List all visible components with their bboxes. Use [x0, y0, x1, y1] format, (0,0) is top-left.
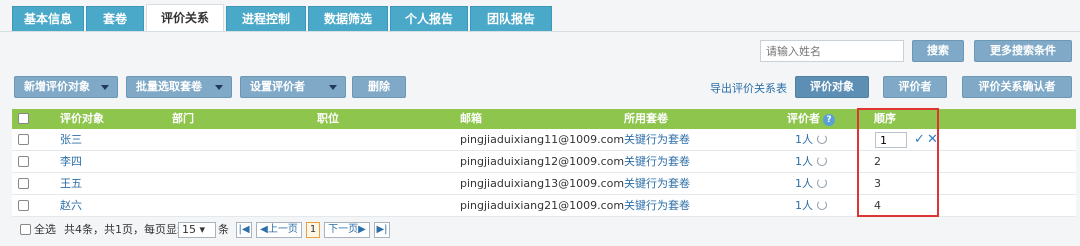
page-size-unit: 条	[218, 223, 229, 236]
header-position: 职位	[317, 112, 339, 125]
last-page-button[interactable]: ▶|	[374, 222, 390, 238]
row-evaluator-label: 1人	[795, 133, 813, 146]
row-email: pingjiaduixiang13@1009.com	[460, 177, 625, 190]
row-evaluator-count[interactable]: 1人	[795, 173, 827, 195]
row-checkbox[interactable]	[18, 156, 29, 167]
more-search-button[interactable]: 更多搜索条件	[974, 40, 1072, 62]
batch-select-label: 批量选取套卷	[136, 80, 202, 93]
tab-basic-info[interactable]: 基本信息	[12, 6, 84, 32]
row-suite-link[interactable]: 关键行为套卷	[624, 129, 690, 151]
view-evaluator-button[interactable]: 评价者	[883, 76, 947, 98]
batch-select-dropdown[interactable]: 批量选取套卷	[126, 76, 232, 98]
page-size-value: 15	[182, 223, 196, 236]
header-suite: 所用套卷	[624, 112, 668, 125]
page-size-select[interactable]: 15 ▾	[178, 222, 216, 238]
tab-data-filter[interactable]: 数据筛选	[308, 6, 388, 32]
row-evaluator-count[interactable]: 1人	[795, 151, 827, 173]
row-email: pingjiaduixiang11@1009.com	[460, 133, 625, 146]
delete-button[interactable]: 删除	[352, 76, 406, 98]
header-evaluator-label: 评价者	[787, 112, 820, 125]
next-page-button[interactable]: 下一页▶	[324, 222, 370, 238]
row-suite-link[interactable]: 关键行为套卷	[624, 151, 690, 173]
row-checkbox[interactable]	[18, 178, 29, 189]
tab-bar: 基本信息 套卷 评价关系 进程控制 数据筛选 个人报告 团队报告	[0, 0, 1080, 32]
set-evaluator-dropdown[interactable]: 设置评价者	[240, 76, 346, 98]
chevron-down-icon	[101, 85, 109, 90]
add-target-dropdown[interactable]: 新增评价对象	[14, 76, 118, 98]
refresh-icon[interactable]	[817, 156, 827, 166]
question-icon[interactable]: ?	[823, 114, 835, 126]
header-dept: 部门	[172, 112, 194, 125]
set-evaluator-label: 设置评价者	[250, 80, 305, 93]
row-suite-link[interactable]: 关键行为套卷	[624, 173, 690, 195]
tab-team-report[interactable]: 团队报告	[470, 6, 552, 32]
search-input[interactable]	[760, 40, 904, 62]
row-email: pingjiaduixiang21@1009.com	[460, 199, 625, 212]
first-page-button[interactable]: |◀	[236, 222, 252, 238]
view-confirm-button[interactable]: 评价关系确认者	[962, 76, 1072, 98]
header-email: 邮箱	[460, 112, 482, 125]
row-target-name[interactable]: 赵六	[60, 195, 82, 217]
view-target-button[interactable]: 评价对象	[795, 76, 869, 98]
row-evaluator-count[interactable]: 1人	[795, 195, 827, 217]
refresh-icon[interactable]	[817, 134, 827, 144]
row-checkbox[interactable]	[18, 134, 29, 145]
chevron-down-icon	[329, 85, 337, 90]
refresh-icon[interactable]	[817, 178, 827, 188]
row-evaluator-count[interactable]: 1人	[795, 129, 827, 151]
export-relation-link[interactable]: 导出评价关系表	[710, 80, 787, 96]
prev-page-button[interactable]: ◀上一页	[256, 222, 302, 238]
chevron-down-icon	[215, 85, 223, 90]
row-email: pingjiaduixiang12@1009.com	[460, 155, 625, 168]
order-highlight-box	[857, 108, 939, 217]
page-summary: 共4条，共1页，每页显示	[64, 223, 188, 236]
search-button[interactable]: 搜索	[912, 40, 964, 62]
header-target: 评价对象	[60, 112, 104, 125]
tab-evaluation-relation[interactable]: 评价关系	[146, 4, 224, 32]
select-all-header-checkbox[interactable]	[18, 113, 29, 124]
row-target-name[interactable]: 张三	[60, 129, 82, 151]
select-all-checkbox[interactable]	[20, 224, 31, 235]
row-suite-link[interactable]: 关键行为套卷	[624, 195, 690, 217]
row-checkbox[interactable]	[18, 200, 29, 211]
add-target-label: 新增评价对象	[24, 80, 90, 93]
row-target-name[interactable]: 王五	[60, 173, 82, 195]
header-evaluator: 评价者?	[787, 109, 835, 129]
tab-process-control[interactable]: 进程控制	[226, 6, 306, 32]
row-target-name[interactable]: 李四	[60, 151, 82, 173]
row-evaluator-label: 1人	[795, 155, 813, 168]
row-evaluator-label: 1人	[795, 199, 813, 212]
select-all-label: 全选	[34, 223, 56, 236]
row-evaluator-label: 1人	[795, 177, 813, 190]
refresh-icon[interactable]	[817, 200, 827, 210]
current-page[interactable]: 1	[306, 222, 320, 238]
tab-suite[interactable]: 套卷	[86, 6, 144, 32]
tab-personal-report[interactable]: 个人报告	[390, 6, 468, 32]
